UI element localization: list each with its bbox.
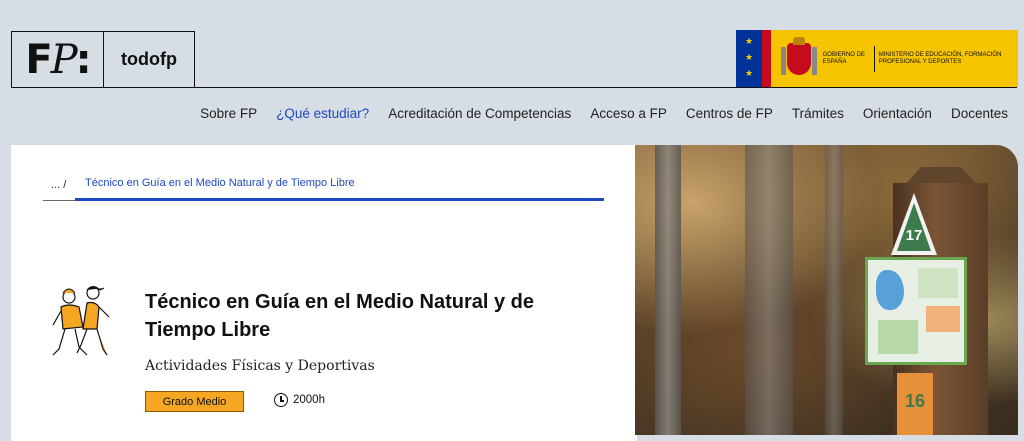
duration-info: 2000h xyxy=(274,393,325,407)
clock-icon xyxy=(274,393,288,407)
fp-logo-mark: FP: xyxy=(12,32,104,87)
photo-tree-trunk xyxy=(825,145,843,435)
nav-item-orientacion[interactable]: Orientación xyxy=(863,106,932,121)
gov-divider xyxy=(873,45,875,72)
nav-item-centros[interactable]: Centros de FP xyxy=(686,106,773,121)
photo-tree-trunk xyxy=(655,145,681,435)
professional-family[interactable]: Actividades Físicas y Deportivas xyxy=(145,358,375,374)
todofp-logo[interactable]: FP: todofp xyxy=(11,31,195,88)
breadcrumb-current[interactable]: Técnico en Guía en el Medio Natural y de… xyxy=(85,177,355,189)
duration-value: 2000h xyxy=(293,394,325,406)
breadcrumb: ... / Técnico en Guía en el Medio Natura… xyxy=(43,177,604,203)
breadcrumb-parent-link[interactable]: ... / xyxy=(51,179,66,191)
eu-flag-icon: ★ ★ ★ xyxy=(736,30,762,87)
main-nav: Sobre FP ¿Qué estudiar? Acreditación de … xyxy=(200,106,1008,121)
nav-item-acreditacion[interactable]: Acreditación de Competencias xyxy=(388,106,571,121)
spain-flag-icon xyxy=(761,30,772,87)
level-badge: Grado Medio xyxy=(145,391,244,412)
nav-item-sobre-fp[interactable]: Sobre FP xyxy=(200,106,257,121)
ministry-label: Ministerio de Educación, Formación Profe… xyxy=(878,51,1002,65)
coat-of-arms-icon xyxy=(781,36,817,81)
nav-item-que-estudiar[interactable]: ¿Qué estudiar? xyxy=(276,106,369,121)
header-divider xyxy=(195,87,1017,88)
site-name: todofp xyxy=(121,49,177,69)
photo-tree-trunk xyxy=(745,145,793,435)
nav-item-tramites[interactable]: Trámites xyxy=(792,106,844,121)
government-logo[interactable]: ★ ★ ★ Gobierno de España Ministerio de E… xyxy=(736,30,1018,87)
trail-number-bottom: 16 xyxy=(897,373,933,435)
trail-map-sign xyxy=(865,257,967,365)
trail-number-top: 17 xyxy=(905,227,923,244)
nav-item-acceso[interactable]: Acceso a FP xyxy=(590,106,667,121)
nav-item-docentes[interactable]: Docentes xyxy=(951,106,1008,121)
hikers-illustration-icon xyxy=(52,286,110,356)
breadcrumb-active-underline xyxy=(75,198,604,201)
course-title: Técnico en Guía en el Medio Natural y de… xyxy=(145,291,534,341)
gov-label: Gobierno de España xyxy=(822,51,865,65)
course-card: ... / Técnico en Guía en el Medio Natura… xyxy=(11,145,637,441)
breadcrumb-underline xyxy=(43,200,75,201)
hero-photo: 17 16 xyxy=(635,145,1018,435)
